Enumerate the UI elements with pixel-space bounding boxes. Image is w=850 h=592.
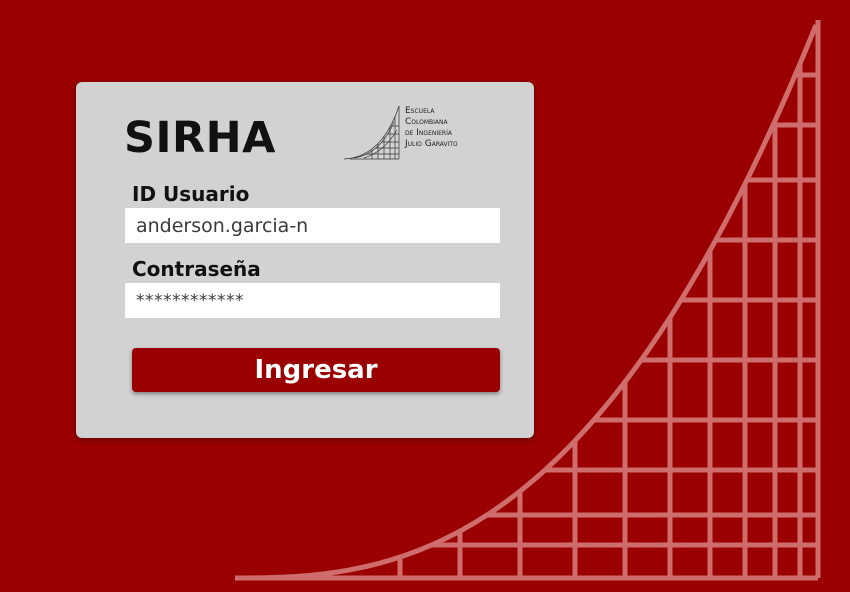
logo-line: Julio Garavito	[405, 139, 458, 149]
logo-line: de Ingeniería	[405, 128, 452, 138]
login-button[interactable]: Ingresar	[132, 348, 500, 392]
password-input[interactable]	[125, 283, 500, 318]
app-title: SIRHA	[124, 113, 276, 163]
logo-line: Colombiana	[405, 117, 448, 127]
escuela-colombiana-logo-icon	[343, 105, 400, 160]
university-name: Escuela Colombiana de Ingeniería Julio G…	[405, 106, 458, 150]
user-id-input[interactable]	[125, 208, 500, 243]
university-logo: Escuela Colombiana de Ingeniería Julio G…	[342, 102, 502, 162]
logo-line: Escuela	[405, 106, 435, 116]
password-label: Contraseña	[132, 257, 261, 281]
user-id-label: ID Usuario	[132, 182, 250, 206]
login-card: SIRHA Escuela Colombiana de Ingeniería J…	[76, 82, 534, 438]
